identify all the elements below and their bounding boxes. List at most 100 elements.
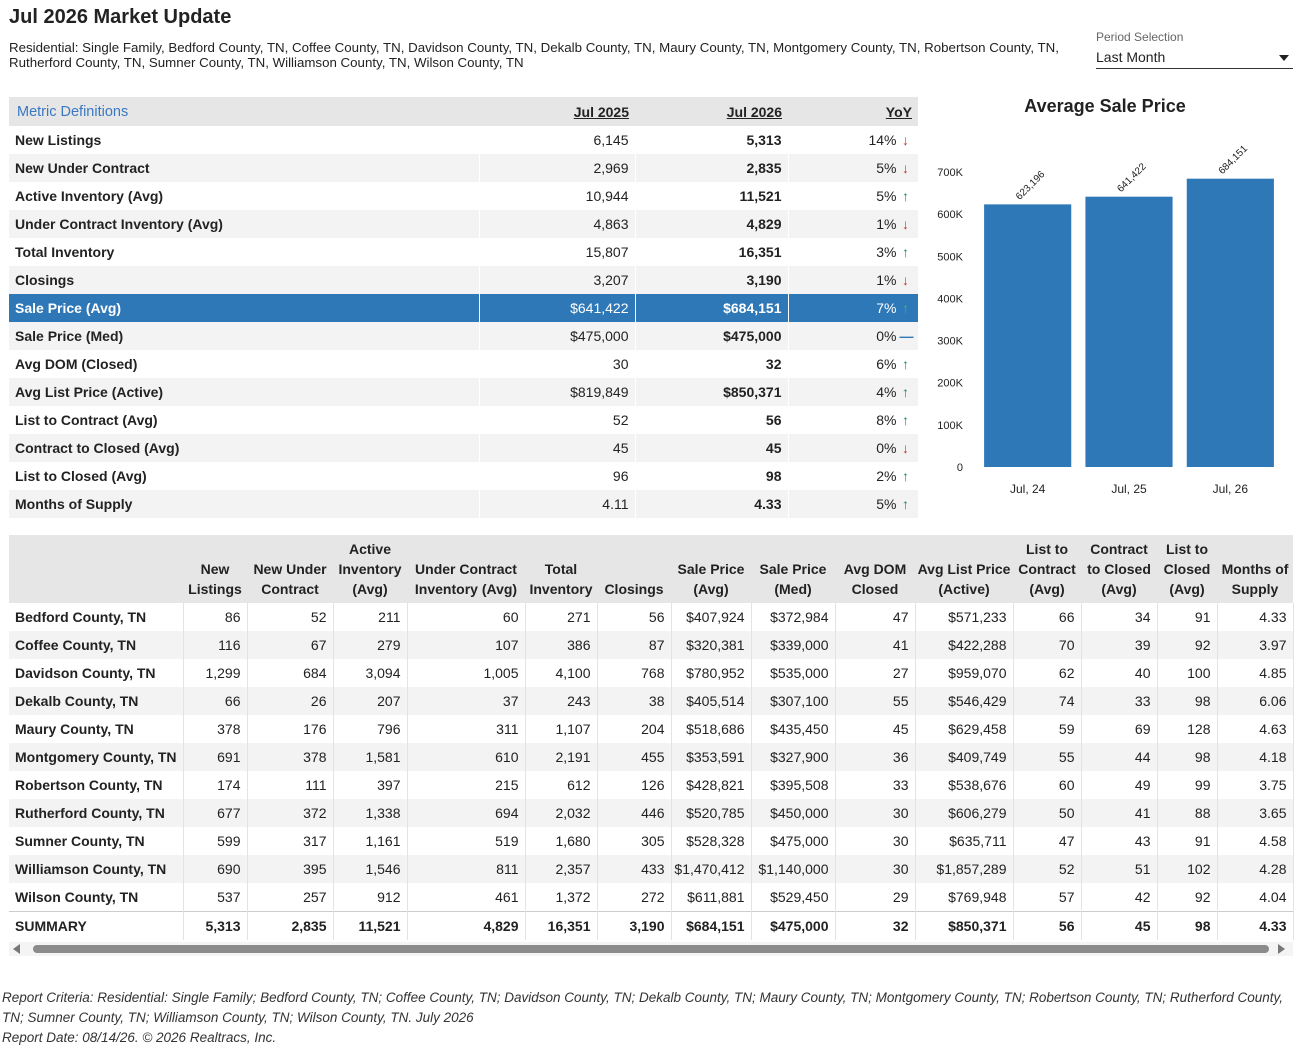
- metric-yoy-value: 0%: [876, 440, 897, 456]
- county-col-header[interactable]: Total Inventory: [525, 535, 597, 603]
- y-tick-label: 300K: [937, 336, 963, 348]
- filter-summary: Residential: Single Family, Bedford Coun…: [9, 40, 1059, 70]
- metric-name: Sale Price (Med): [9, 322, 480, 350]
- county-cell: 91: [1157, 603, 1218, 631]
- county-cell: 50: [1013, 799, 1082, 827]
- county-cell: 56: [597, 603, 672, 631]
- county-col-header: [9, 535, 183, 603]
- county-col-header[interactable]: List to Closed (Avg): [1157, 535, 1217, 603]
- county-cell: $407,924: [671, 603, 752, 631]
- metric-row[interactable]: Sale Price (Avg) $641,422 $684,151 7% ↑: [9, 294, 919, 322]
- county-cell: 52: [247, 603, 334, 631]
- scroll-left-icon[interactable]: [13, 944, 20, 954]
- county-row: Montgomery County, TN 691 378 1,581 610 2,191…: [9, 743, 1294, 771]
- county-cell: 4.28: [1217, 855, 1294, 883]
- metric-row[interactable]: Months of Supply 4.11 4.33 5% ↑: [9, 490, 919, 518]
- col-header-current-year[interactable]: Jul 2026: [635, 97, 788, 126]
- bar[interactable]: [1085, 196, 1173, 467]
- chevron-down-icon[interactable]: [1279, 55, 1289, 61]
- arrow-up-icon: ↑: [902, 188, 909, 204]
- county-col-header[interactable]: Avg List Price (Active): [915, 535, 1013, 603]
- metric-row[interactable]: New Listings 6,145 5,313 14% ↓: [9, 126, 919, 154]
- county-row: Sumner County, TN 599 317 1,161 519 1,680 305 $…: [9, 827, 1294, 855]
- county-cell: $353,591: [671, 743, 752, 771]
- metric-name: Avg DOM (Closed): [9, 350, 480, 378]
- county-cell: 66: [183, 687, 248, 715]
- metric-row[interactable]: Avg List Price (Active) $819,849 $850,371 4…: [9, 378, 919, 406]
- metric-yoy: 6% ↑: [788, 350, 919, 378]
- metric-name: Total Inventory: [9, 238, 480, 266]
- county-name: Dekalb County, TN: [9, 687, 184, 715]
- county-cell: 461: [407, 883, 526, 912]
- metric-row[interactable]: Total Inventory 15,807 16,351 3% ↑: [9, 238, 919, 266]
- metric-row[interactable]: Sale Price (Med) $475,000 $475,000 0% —: [9, 322, 919, 350]
- county-col-header[interactable]: Sale Price (Med): [751, 535, 835, 603]
- county-cell: $518,686: [671, 715, 752, 743]
- county-col-header[interactable]: Months of Supply: [1217, 535, 1293, 603]
- county-cell: 1,005: [407, 659, 526, 687]
- county-row: Coffee County, TN 116 67 279 107 386 87 $320,38…: [9, 631, 1294, 659]
- metric-row[interactable]: Contract to Closed (Avg) 45 45 0% ↓: [9, 434, 919, 462]
- county-cell: 47: [1013, 827, 1082, 855]
- county-cell: $1,140,000: [751, 855, 836, 883]
- county-col-header[interactable]: Active Inventory (Avg): [333, 535, 407, 603]
- county-col-header[interactable]: List to Contract (Avg): [1013, 535, 1081, 603]
- y-tick-label: 200K: [937, 378, 963, 390]
- bar[interactable]: [1186, 178, 1274, 467]
- scrollbar-thumb[interactable]: [33, 945, 1269, 953]
- metric-yoy-value: 2%: [876, 468, 897, 484]
- county-cell: 2,357: [525, 855, 598, 883]
- arrow-up-icon: ↑: [902, 412, 909, 428]
- county-cell: 70: [1013, 631, 1082, 659]
- scroll-right-icon[interactable]: [1278, 944, 1285, 954]
- metric-yoy-value: 14%: [868, 132, 897, 148]
- x-tick-label: Jul, 26: [1213, 482, 1249, 496]
- metric-row[interactable]: Under Contract Inventory (Avg) 4,863 4,829…: [9, 210, 919, 238]
- county-col-header[interactable]: New Listings: [183, 535, 247, 603]
- county-cell: 44: [1081, 743, 1158, 771]
- county-cell: 612: [525, 771, 598, 799]
- metric-definitions-link[interactable]: Metric Definitions: [9, 97, 479, 126]
- arrow-up-icon: ↑: [902, 384, 909, 400]
- county-cell: 41: [835, 631, 916, 659]
- col-header-prev-year[interactable]: Jul 2025: [479, 97, 635, 126]
- horizontal-scrollbar[interactable]: [9, 942, 1293, 956]
- metric-name: New Listings: [9, 126, 480, 154]
- period-selection-label: Period Selection: [1096, 30, 1184, 44]
- report-criteria: Report Criteria: Residential: Single Fam…: [2, 990, 1283, 1025]
- y-tick-label: 600K: [937, 209, 963, 221]
- metric-yoy: 7% ↑: [788, 294, 919, 322]
- county-cell: 3.75: [1217, 771, 1294, 799]
- period-select[interactable]: Last Month: [1096, 48, 1293, 69]
- metric-row[interactable]: New Under Contract 2,969 2,835 5% ↓: [9, 154, 919, 182]
- x-tick-label: Jul, 24: [1010, 482, 1046, 496]
- county-col-header[interactable]: Avg DOM Closed: [835, 535, 915, 603]
- county-cell: 610: [407, 743, 526, 771]
- arrow-up-icon: ↑: [902, 300, 909, 316]
- county-col-header[interactable]: New Under Contract: [247, 535, 333, 603]
- metric-name: List to Closed (Avg): [9, 462, 480, 490]
- bar[interactable]: [984, 204, 1072, 467]
- metric-yoy: 3% ↑: [788, 238, 919, 266]
- metric-row[interactable]: Active Inventory (Avg) 10,944 11,521 5% ↑: [9, 182, 919, 210]
- summary-cell: $850,371: [915, 911, 1014, 940]
- county-col-header[interactable]: Closings: [597, 535, 671, 603]
- county-cell: $422,288: [915, 631, 1014, 659]
- metric-v2: 98: [635, 462, 789, 490]
- county-col-header[interactable]: Contract to Closed (Avg): [1081, 535, 1157, 603]
- metric-row[interactable]: Closings 3,207 3,190 1% ↓: [9, 266, 919, 294]
- metric-row[interactable]: Avg DOM (Closed) 30 32 6% ↑: [9, 350, 919, 378]
- summary-cell: $684,151: [671, 911, 752, 940]
- county-col-header[interactable]: Under Contract Inventory (Avg): [407, 535, 525, 603]
- county-cell: $327,900: [751, 743, 836, 771]
- bar-chart-svg: 0 100K 200K 300K 400K 500K 600K 700K 623,196 Jul,…: [937, 143, 1274, 496]
- col-header-yoy[interactable]: YoY: [788, 97, 918, 126]
- metric-row[interactable]: List to Closed (Avg) 96 98 2% ↑: [9, 462, 919, 490]
- county-cell: 176: [247, 715, 334, 743]
- county-cell: 52: [1013, 855, 1082, 883]
- county-cell: $428,821: [671, 771, 752, 799]
- county-name: Robertson County, TN: [9, 771, 184, 799]
- county-col-header[interactable]: Sale Price (Avg): [671, 535, 751, 603]
- metric-row[interactable]: List to Contract (Avg) 52 56 8% ↑: [9, 406, 919, 434]
- metric-name: Active Inventory (Avg): [9, 182, 480, 210]
